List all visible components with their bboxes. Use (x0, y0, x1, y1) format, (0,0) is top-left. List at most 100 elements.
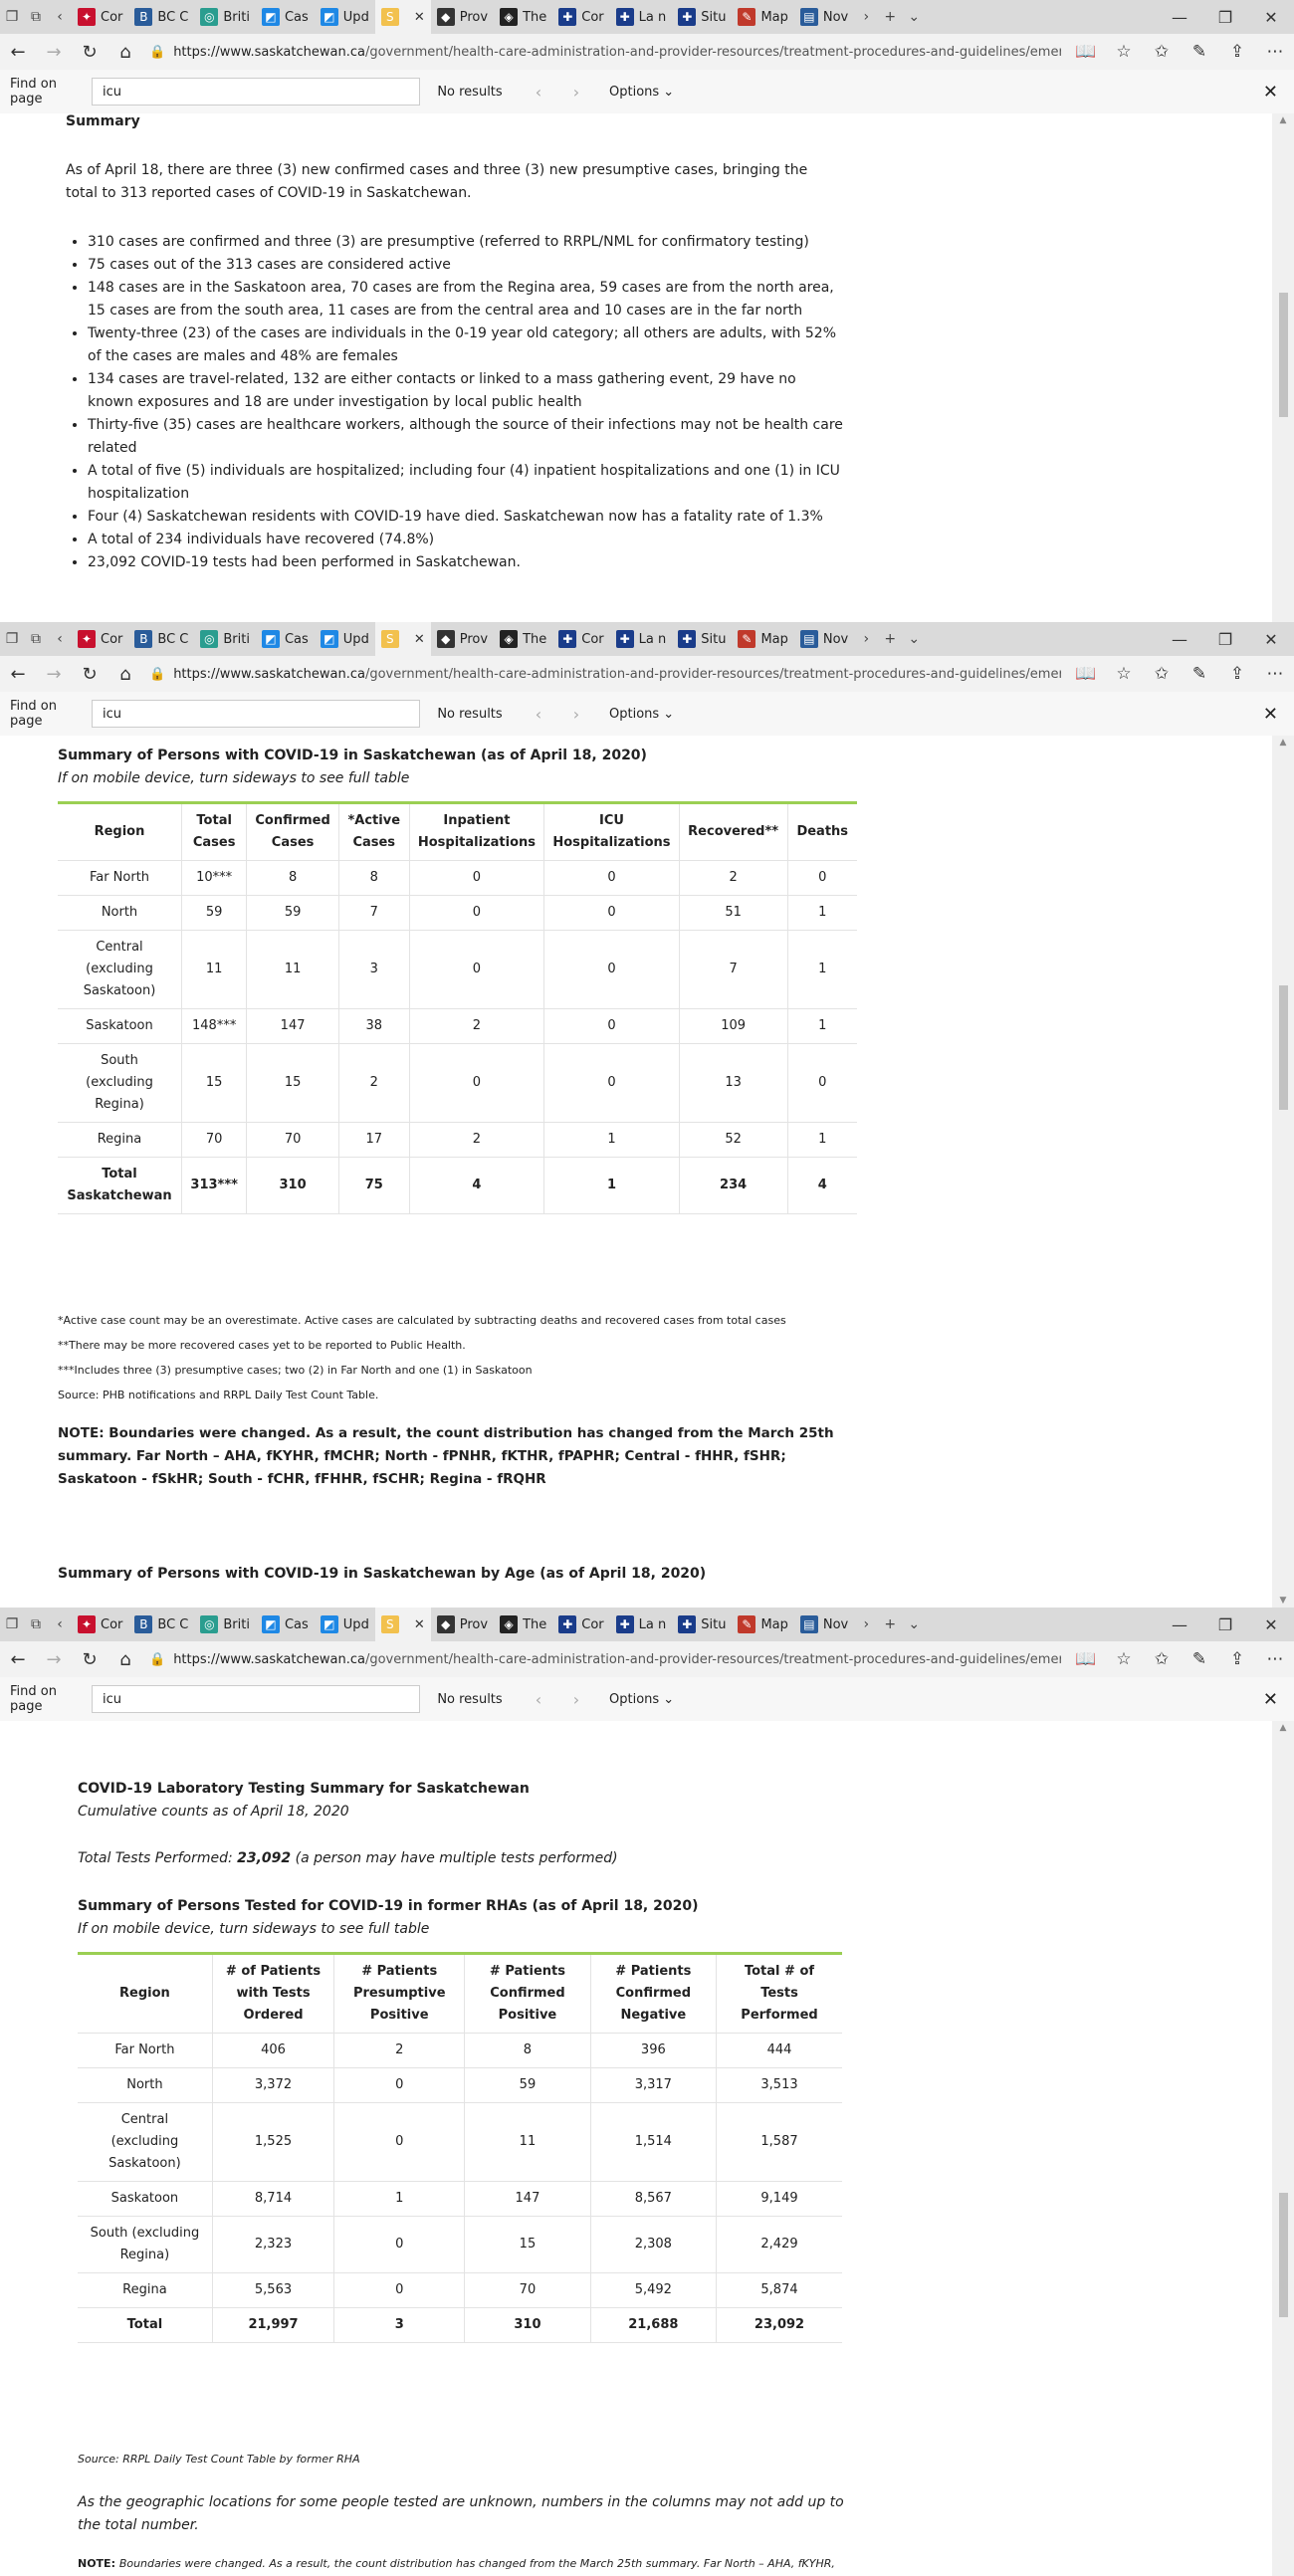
browser-tab[interactable]: B BC C (128, 0, 194, 34)
scrollbar-thumb[interactable] (1279, 2193, 1288, 2317)
scroll-down-icon[interactable]: ▼ (1272, 1596, 1294, 1606)
scroll-tabs-right-icon[interactable]: › (854, 622, 878, 656)
scroll-tabs-right-icon[interactable]: › (854, 1608, 878, 1641)
minimize-icon[interactable]: — (1157, 630, 1202, 649)
find-next-icon[interactable]: › (557, 705, 595, 724)
refresh-icon[interactable]: ↻ (72, 664, 108, 685)
forward-arrow-icon[interactable]: → (36, 42, 72, 63)
browser-tab[interactable]: ✚ Cor (552, 1608, 609, 1641)
home-icon[interactable]: ⌂ (108, 42, 143, 63)
back-arrow-icon[interactable]: ← (0, 1649, 36, 1670)
browser-tab[interactable]: ✚ Situ (672, 1608, 732, 1641)
set-aside-tabs-icon[interactable]: ⧉ (24, 1608, 48, 1641)
find-options-button[interactable]: Options ⌄ (609, 1692, 674, 1707)
browser-tab[interactable]: B BC C (128, 622, 194, 656)
browser-tab[interactable]: ◩ Cas (256, 0, 315, 34)
home-icon[interactable]: ⌂ (108, 664, 143, 685)
browser-tab[interactable]: ▤ Nov (794, 0, 854, 34)
browser-tab[interactable]: B BC C (128, 1608, 194, 1641)
browser-tab[interactable]: ✎ Map (732, 1608, 793, 1641)
notes-pen-icon[interactable]: ✎ (1181, 1649, 1218, 1669)
browser-tab[interactable]: ◆ Prov (431, 1608, 494, 1641)
browser-tab[interactable]: ✎ Map (732, 622, 793, 656)
minimize-icon[interactable]: — (1157, 1615, 1202, 1634)
browser-tab[interactable]: ✎ Map (732, 0, 793, 34)
scroll-tabs-right-icon[interactable]: › (854, 0, 878, 34)
set-aside-tabs-icon[interactable]: ⧉ (24, 622, 48, 656)
more-menu-icon[interactable]: ⋯ (1256, 1649, 1294, 1669)
browser-tab[interactable]: ◩ Cas (256, 622, 315, 656)
close-window-icon[interactable]: ✕ (1248, 1615, 1294, 1634)
browser-tab[interactable]: ◎ Briti (194, 0, 256, 34)
favorite-star-icon[interactable]: ☆ (1105, 664, 1143, 684)
notes-pen-icon[interactable]: ✎ (1181, 42, 1218, 62)
scrollbar-thumb[interactable] (1279, 985, 1288, 1110)
home-icon[interactable]: ⌂ (108, 1649, 143, 1670)
find-input[interactable]: icu (92, 1685, 420, 1713)
browser-tab[interactable]: ◈ The (494, 1608, 552, 1641)
notes-pen-icon[interactable]: ✎ (1181, 664, 1218, 684)
find-input[interactable]: icu (92, 700, 420, 728)
scrollbar[interactable]: ▲ (1272, 113, 1294, 622)
browser-tab[interactable]: ◩ Upd (315, 0, 375, 34)
browser-tab[interactable]: ✚ Situ (672, 0, 732, 34)
browser-tab[interactable]: ✦ Cor (72, 0, 128, 34)
close-tab-icon[interactable]: ✕ (414, 1617, 425, 1632)
browser-tab[interactable]: ◎ Briti (194, 622, 256, 656)
find-previous-icon[interactable]: ‹ (520, 1690, 557, 1709)
browser-tab[interactable]: ▤ Nov (794, 622, 854, 656)
new-tab-icon[interactable]: + (878, 0, 902, 34)
more-menu-icon[interactable]: ⋯ (1256, 42, 1294, 62)
tab-list-chevron-icon[interactable]: ⌄ (902, 0, 926, 34)
browser-tab[interactable]: S ✕ (374, 0, 431, 34)
refresh-icon[interactable]: ↻ (72, 1649, 108, 1670)
minimize-icon[interactable]: — (1157, 8, 1202, 27)
more-menu-icon[interactable]: ⋯ (1256, 664, 1294, 684)
tab-actions-icon[interactable]: ❐ (0, 1608, 24, 1641)
close-window-icon[interactable]: ✕ (1248, 8, 1294, 27)
browser-tab[interactable]: ✚ Cor (552, 0, 609, 34)
favorites-hub-icon[interactable]: ✩ (1143, 664, 1181, 684)
find-close-icon[interactable]: ✕ (1263, 1689, 1278, 1710)
scrollbar[interactable]: ▲ ▼ (1272, 736, 1294, 1608)
browser-tab[interactable]: ✚ La n (610, 0, 673, 34)
browser-tab[interactable]: ✦ Cor (72, 1608, 128, 1641)
find-input[interactable]: icu (92, 78, 420, 106)
browser-tab[interactable]: S ✕ (374, 622, 431, 656)
find-options-button[interactable]: Options ⌄ (609, 85, 674, 100)
find-previous-icon[interactable]: ‹ (520, 705, 557, 724)
refresh-icon[interactable]: ↻ (72, 42, 108, 63)
forward-arrow-icon[interactable]: → (36, 664, 72, 685)
browser-tab[interactable]: ◈ The (494, 0, 552, 34)
scroll-up-icon[interactable]: ▲ (1272, 1723, 1294, 1733)
restore-icon[interactable]: ❐ (1202, 630, 1248, 649)
scroll-tabs-left-icon[interactable]: ‹ (48, 0, 72, 34)
favorite-star-icon[interactable]: ☆ (1105, 42, 1143, 62)
browser-tab[interactable]: ✚ La n (610, 622, 673, 656)
find-close-icon[interactable]: ✕ (1263, 82, 1278, 103)
restore-icon[interactable]: ❐ (1202, 1615, 1248, 1634)
browser-tab[interactable]: ◎ Briti (194, 1608, 256, 1641)
find-close-icon[interactable]: ✕ (1263, 704, 1278, 725)
browser-tab[interactable]: ✦ Cor (72, 622, 128, 656)
reading-view-icon[interactable]: 📖 (1067, 42, 1105, 62)
browser-tab[interactable]: ▤ Nov (794, 1608, 854, 1641)
forward-arrow-icon[interactable]: → (36, 1649, 72, 1670)
back-arrow-icon[interactable]: ← (0, 664, 36, 685)
tab-list-chevron-icon[interactable]: ⌄ (902, 622, 926, 656)
tab-actions-icon[interactable]: ❐ (0, 0, 24, 34)
favorites-hub-icon[interactable]: ✩ (1143, 42, 1181, 62)
close-window-icon[interactable]: ✕ (1248, 630, 1294, 649)
browser-tab[interactable]: ✚ Cor (552, 622, 609, 656)
tab-list-chevron-icon[interactable]: ⌄ (902, 1608, 926, 1641)
close-tab-icon[interactable]: ✕ (414, 632, 425, 647)
browser-tab[interactable]: S ✕ (374, 1608, 431, 1641)
url-field[interactable]: 🔒 https://www.saskatchewan.ca/government… (149, 38, 1061, 66)
favorite-star-icon[interactable]: ☆ (1105, 1649, 1143, 1669)
set-aside-tabs-icon[interactable]: ⧉ (24, 0, 48, 34)
scrollbar-thumb[interactable] (1279, 293, 1288, 417)
url-field[interactable]: 🔒 https://www.saskatchewan.ca/government… (149, 660, 1061, 688)
favorites-hub-icon[interactable]: ✩ (1143, 1649, 1181, 1669)
browser-tab[interactable]: ✚ La n (610, 1608, 673, 1641)
new-tab-icon[interactable]: + (878, 622, 902, 656)
